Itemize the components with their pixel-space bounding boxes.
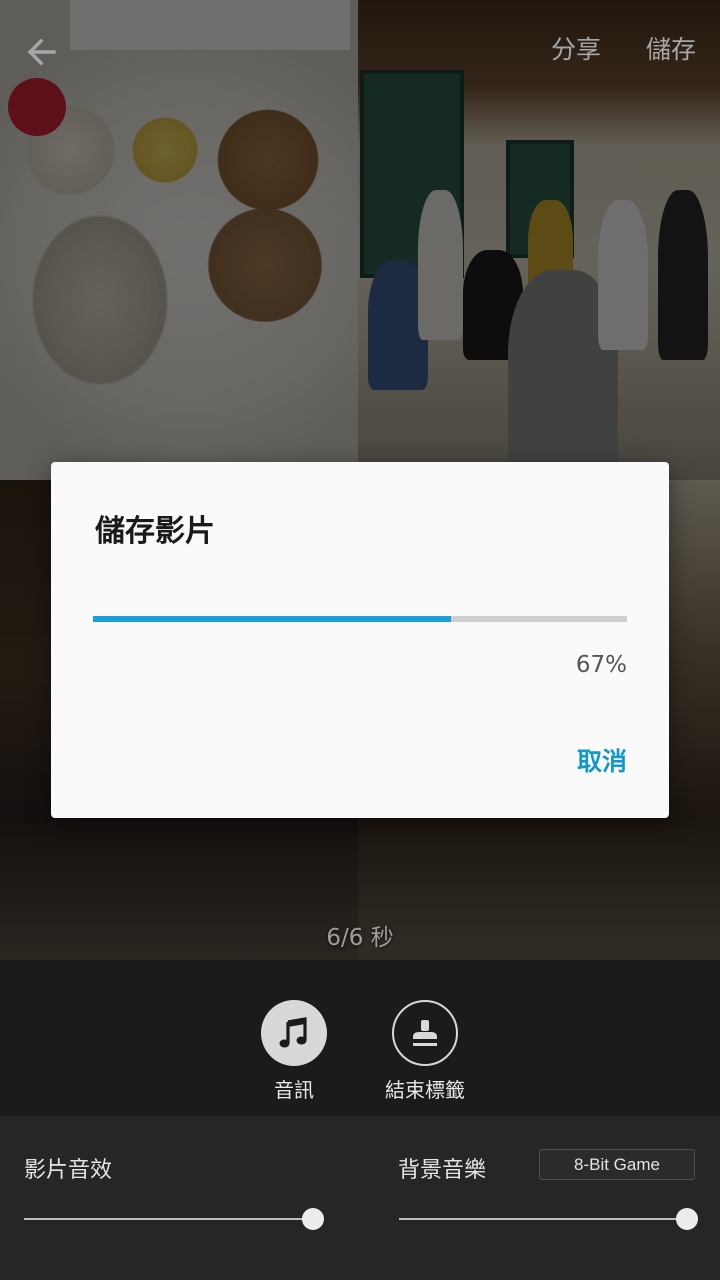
dialog-title: 儲存影片 — [95, 514, 215, 549]
background-music-slider[interactable] — [399, 1208, 698, 1230]
background-music-track — [399, 1218, 687, 1220]
end-tag-tool-circle — [392, 1000, 458, 1066]
editor-controls: 音訊 結束標籤 — [0, 960, 720, 1116]
audio-tool-label: 音訊 — [274, 1078, 314, 1102]
stamp-icon — [413, 1020, 437, 1046]
end-tag-tool-button[interactable]: 結束標籤 — [370, 1000, 480, 1103]
video-sound-track — [24, 1218, 313, 1220]
audio-tool-circle — [261, 1000, 327, 1066]
background-music-label: 背景音樂 — [398, 1158, 487, 1183]
audio-mixer: 影片音效 背景音樂 8-Bit Game — [0, 1116, 720, 1280]
music-track-select[interactable]: 8-Bit Game — [539, 1149, 695, 1180]
end-tag-tool-label: 結束標籤 — [385, 1078, 465, 1102]
music-note-icon — [279, 1017, 307, 1048]
progress-fill — [93, 616, 451, 622]
cancel-button[interactable]: 取消 — [577, 740, 627, 780]
save-video-dialog: 儲存影片 67% 取消 — [51, 462, 669, 818]
video-sound-label: 影片音效 — [24, 1158, 113, 1183]
video-sound-slider[interactable] — [24, 1208, 324, 1230]
progress-percent: 67% — [575, 652, 627, 678]
background-music-thumb[interactable] — [676, 1208, 698, 1230]
progress-bar — [93, 616, 627, 622]
video-sound-thumb[interactable] — [302, 1208, 324, 1230]
audio-tool-button[interactable]: 音訊 — [239, 1000, 349, 1103]
